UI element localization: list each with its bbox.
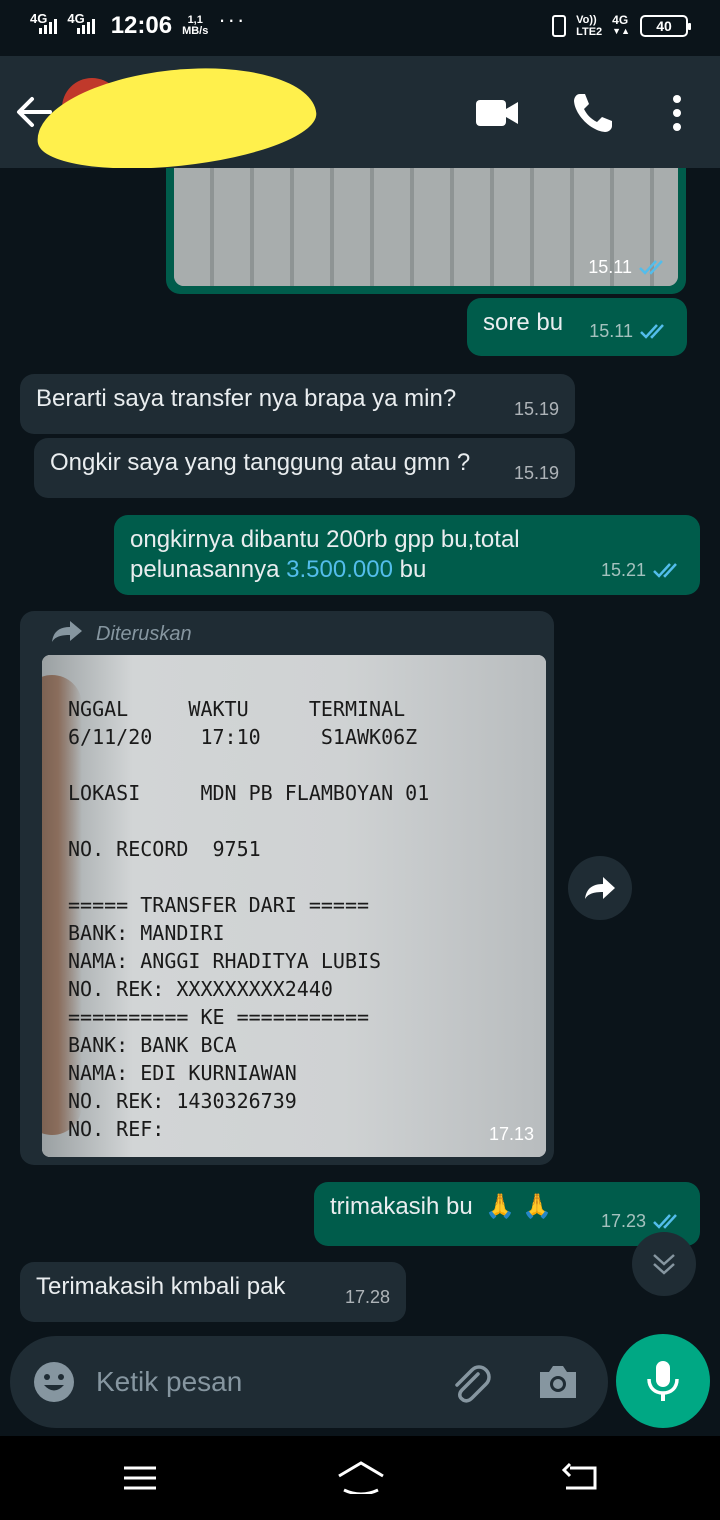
message-outgoing[interactable]: trimakasih bu 🙏 🙏 17.23 [314,1182,700,1246]
camera-icon[interactable] [536,1360,580,1404]
message-input[interactable]: Ketik pesan [96,1366,242,1398]
share-arrow-icon [585,877,615,899]
battery-level: 40 [656,18,672,34]
read-ticks-icon [639,260,663,275]
message-composer: Ketik pesan [10,1336,608,1428]
chat-area[interactable]: 15.11 sore bu 15.11 Berarti saya transfe… [0,168,720,1436]
message-incoming[interactable]: Berarti saya transfer nya brapa ya min? … [20,374,575,434]
status-bar: 4G 4G 12:06 1,1 MB/s ··· Vo)) LTE2 4G ▼▲… [0,0,720,56]
receipt-line: 6/11/20 17:10 S1AWK06Z [68,725,418,749]
menu-icon[interactable] [122,1464,158,1492]
redaction-mark [31,55,321,181]
message-text: sore bu [483,309,564,336]
receipt-line: ===== TRANSFER DARI ===== [68,893,370,917]
receipt-image[interactable]: NGGAL WAKTU TERMINAL 6/11/20 17:10 S1AWK0… [42,655,546,1157]
message-incoming[interactable]: Terimakasih kmbali pak 17.28 [20,1262,406,1322]
net-speed: 1,1 MB/s [182,15,208,37]
receipt-line: BANK: BANK BCA [68,1033,237,1057]
forward-button[interactable] [568,856,632,920]
receipt-line [68,807,429,835]
scroll-to-bottom-button[interactable] [632,1232,696,1296]
paperclip-icon[interactable] [448,1360,492,1404]
receipt-line: ========== KE =========== [68,1005,370,1029]
more-notifications: ··· [218,7,247,32]
phone-icon[interactable] [570,90,616,136]
message-time: 15.19 [513,463,559,483]
receipt-line: NO. RECORD 9751 [68,837,261,861]
message-time: 17.28 [344,1287,390,1307]
message-text: Ongkir saya yang tanggung atau gmn ? [50,449,471,476]
message-text-part: pelunasannya [130,556,287,583]
clock: 12:06 [110,12,173,39]
read-ticks-icon [653,1214,677,1229]
emoji-icon[interactable] [32,1360,76,1404]
receipt-line: NAMA: ANGGI RHADITYA LUBIS [68,949,382,973]
chat-header [0,55,720,181]
message-text: Berarti saya transfer nya brapa ya min? [36,385,457,412]
speed-unit: MB/s [182,25,209,37]
receipt-text: NGGAL WAKTU TERMINAL 6/11/20 17:10 S1AWK0… [68,695,429,1143]
more-vertical-icon[interactable] [654,90,700,136]
message-text: Terimakasih kmbali pak [36,1273,286,1300]
video-call-icon[interactable] [474,90,520,136]
back-nav-icon[interactable] [560,1462,600,1492]
receipt-line: BANK: MANDIRI [68,921,225,945]
amount-link[interactable]: 3.500.000 [286,556,393,583]
receipt-line [68,863,429,891]
message-outgoing[interactable]: sore bu 15.11 [467,298,687,356]
network-label: 4G [612,13,629,27]
message-time: 17.23 [600,1211,646,1231]
home-icon[interactable] [336,1460,386,1494]
network-type: 4G ▼▲ [612,13,630,36]
message-time: 15.21 [600,560,646,580]
receipt-line: LOKASI MDN PB FLAMBOYAN 01 [68,781,430,805]
receipt-line: NO. REK: 1430326739 [68,1089,297,1113]
vibrate-icon [552,15,567,37]
message-forwarded-image[interactable]: Diteruskan NGGAL WAKTU TERMINAL 6/11/20 1… [20,611,554,1165]
receipt-line [68,751,429,779]
battery-icon: 40 [640,15,691,37]
forward-icon [52,621,82,642]
message-outgoing[interactable]: ongkirnya dibantu 200rb gpp bu,total pel… [114,515,700,595]
microphone-button[interactable] [616,1334,710,1428]
receipt-line: NGGAL WAKTU TERMINAL [68,697,406,721]
volte-bottom: LTE2 [576,26,603,38]
microphone-icon [647,1361,679,1401]
receipt-line: NAMA: EDI KURNIAWAN [68,1061,297,1085]
sim2-label: 4G [67,10,85,26]
signal-sim2-icon: 4G [67,11,95,34]
system-nav-bar [0,1436,720,1520]
sim1-label: 4G [30,10,48,26]
read-ticks-icon [653,563,677,578]
message-text: trimakasih bu [330,1193,473,1220]
forwarded-label: Diteruskan [96,623,192,645]
message-time: 15.11 [589,321,633,341]
read-ticks-icon [640,324,664,339]
signal-sim1-icon: 4G [30,11,58,34]
double-chevron-down-icon [653,1254,675,1275]
message-text-part: bu [392,556,427,583]
message-image-outgoing[interactable]: 15.11 [166,168,686,294]
receipt-line: NO. REK: XXXXXXXXX2440 [68,977,333,1001]
message-time: 15.19 [513,399,559,419]
message-text-line1: ongkirnya dibantu 200rb gpp bu,total [130,526,520,553]
volte-indicator: Vo)) LTE2 [576,14,602,38]
receipt-line: NO. REF: [68,1117,165,1141]
message-incoming[interactable]: Ongkir saya yang tanggung atau gmn ? 15.… [34,438,575,498]
pray-emoji: 🙏 🙏 [485,1193,552,1220]
volte-top: Vo)) [576,14,597,26]
message-time: 17.13 [488,1124,534,1144]
message-time: 15.11 [588,257,632,277]
